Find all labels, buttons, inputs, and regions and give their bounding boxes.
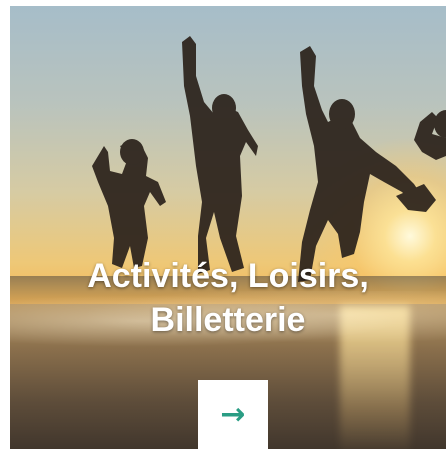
card-title-line-2: Billetterie [150,301,306,339]
card-title-line-1: Activités, Loisirs, [87,257,369,295]
arrow-right-icon: → [220,396,246,432]
arrow-button[interactable]: → [198,380,268,449]
card-title: Activités, Loisirs, Billetterie [10,254,446,342]
category-card[interactable]: Activités, Loisirs, Billetterie → [10,6,446,449]
